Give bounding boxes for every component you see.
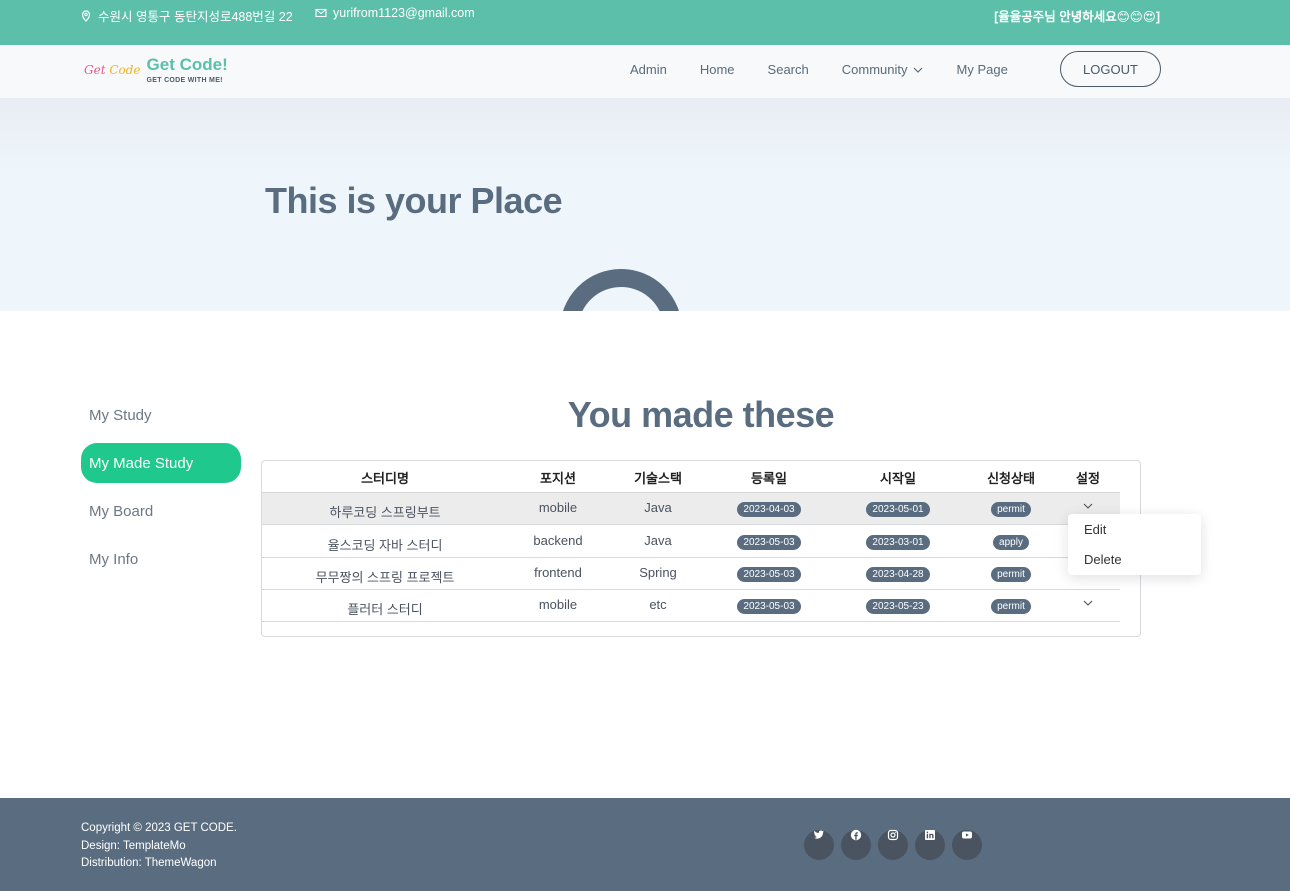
nav-item-admin[interactable]: Admin bbox=[630, 62, 667, 77]
study-name[interactable]: 플러터 스터디 bbox=[262, 590, 508, 622]
start-badge: 2023-05-23 bbox=[866, 598, 930, 614]
study-table-card: 스터디명 포지션 기술스택 등록일 시작일 신청상태 설정 하루코딩 스프링부트… bbox=[261, 460, 1141, 637]
chevron-down-icon bbox=[913, 67, 922, 73]
stack: etc bbox=[649, 596, 667, 612]
mail-icon bbox=[315, 8, 327, 18]
table-row[interactable]: 무무짱의 스프링 프로젝트 frontend Spring 2023-05-03… bbox=[262, 558, 1120, 590]
col-stack: 기술스택 bbox=[634, 470, 682, 486]
main-navbar: Get Code Get Code! GET CODE WITH ME! Adm… bbox=[0, 45, 1290, 98]
hero-banner: This is your Place bbox=[0, 98, 1290, 311]
status-badge: permit bbox=[991, 598, 1031, 614]
email: yurifrom1123@gmail.com bbox=[315, 6, 475, 20]
table-row[interactable]: 플러터 스터디 mobile etc 2023-05-03 2023-05-23… bbox=[262, 590, 1120, 622]
top-info-bar: 수원시 영통구 동탄지성로488번길 22 yurifrom1123@gmail… bbox=[0, 0, 1290, 45]
position: mobile bbox=[538, 596, 578, 612]
position: backend bbox=[533, 532, 583, 548]
study-name[interactable]: 하루코딩 스프링부트 bbox=[262, 493, 508, 525]
stack: Java bbox=[644, 532, 672, 548]
study-name[interactable]: 율스코딩 자바 스터디 bbox=[262, 526, 508, 558]
study-name[interactable]: 무무짱의 스프링 프로젝트 bbox=[262, 558, 508, 590]
status-badge: permit bbox=[991, 566, 1031, 582]
nav-item-my-page[interactable]: My Page bbox=[957, 62, 1008, 77]
sidebar-item-my-board[interactable]: My Board bbox=[81, 491, 241, 531]
col-status: 신청상태 bbox=[987, 470, 1035, 486]
chevron-down-icon[interactable] bbox=[1082, 500, 1094, 512]
logout-button[interactable]: LOGOUT bbox=[1060, 51, 1161, 87]
status-badge: apply bbox=[993, 534, 1029, 550]
logo-title: Get Code! bbox=[146, 55, 228, 74]
chevron-down-icon[interactable] bbox=[1082, 597, 1094, 609]
copyright-text: Copyright © 2023 GET CODE. bbox=[81, 822, 237, 834]
youtube-icon[interactable] bbox=[952, 830, 982, 860]
logo-mark: Get Code bbox=[84, 63, 141, 77]
start-badge: 2023-03-01 bbox=[866, 534, 930, 550]
location-pin-icon bbox=[81, 9, 91, 22]
row-settings-dropdown: Edit Delete bbox=[1068, 514, 1201, 575]
start-badge: 2023-05-01 bbox=[866, 501, 930, 517]
logo-subtitle: GET CODE WITH ME! bbox=[146, 77, 223, 84]
position: mobile bbox=[538, 499, 578, 515]
site-logo[interactable]: Get Code Get Code! GET CODE WITH ME! bbox=[84, 55, 228, 84]
hero-title: This is your Place bbox=[265, 180, 563, 221]
nav-item-home[interactable]: Home bbox=[700, 62, 735, 77]
start-badge: 2023-04-28 bbox=[866, 566, 930, 582]
delete-menu-item[interactable]: Delete bbox=[1068, 544, 1201, 574]
nav-menu: Admin Home Search Community My Page bbox=[630, 62, 1041, 77]
mypage-sidebar: My Study My Made Study My Board My Info bbox=[81, 395, 241, 587]
sidebar-item-my-info[interactable]: My Info bbox=[81, 539, 241, 579]
linkedin-icon[interactable] bbox=[915, 830, 945, 860]
table-header: 스터디명 포지션 기술스택 등록일 시작일 신청상태 설정 bbox=[262, 461, 1120, 493]
avatar-ring-decoration bbox=[560, 269, 682, 311]
design-credit[interactable]: Design: TemplateMo bbox=[81, 838, 237, 856]
table-row[interactable]: 율스코딩 자바 스터디 backend Java 2023-05-03 2023… bbox=[262, 526, 1120, 558]
social-links bbox=[804, 829, 982, 860]
site-footer: Copyright © 2023 GET CODE. Design: Templ… bbox=[0, 798, 1290, 891]
facebook-icon[interactable] bbox=[841, 829, 871, 860]
distribution-credit[interactable]: Distribution: ThemeWagon bbox=[81, 855, 237, 873]
address-text: 수원시 영통구 동탄지성로488번길 22 bbox=[98, 10, 293, 24]
address: 수원시 영통구 동탄지성로488번길 22 bbox=[80, 6, 293, 25]
status-badge: permit bbox=[991, 501, 1031, 517]
col-registered: 등록일 bbox=[751, 470, 787, 486]
col-start: 시작일 bbox=[880, 470, 916, 486]
instagram-icon[interactable] bbox=[878, 829, 908, 860]
edit-menu-item[interactable]: Edit bbox=[1068, 514, 1201, 544]
email-text: yurifrom1123@gmail.com bbox=[333, 6, 475, 20]
nav-item-search[interactable]: Search bbox=[768, 62, 809, 77]
section-title: You made these bbox=[567, 394, 835, 435]
twitter-icon[interactable] bbox=[804, 830, 834, 860]
col-settings: 설정 bbox=[1076, 470, 1100, 486]
col-study-name: 스터디명 bbox=[361, 470, 409, 486]
sidebar-item-my-made-study[interactable]: My Made Study bbox=[81, 443, 241, 483]
sidebar-item-my-study[interactable]: My Study bbox=[81, 395, 241, 435]
user-greeting: [율율공주님 안녕하세요😊😊😍] bbox=[994, 10, 1160, 24]
registered-badge: 2023-05-03 bbox=[737, 566, 801, 582]
col-position: 포지션 bbox=[540, 470, 576, 486]
registered-badge: 2023-05-03 bbox=[737, 534, 801, 550]
stack: Spring bbox=[639, 564, 677, 580]
registered-badge: 2023-04-03 bbox=[737, 501, 801, 517]
stack: Java bbox=[644, 499, 672, 515]
nav-item-community[interactable]: Community bbox=[842, 62, 924, 77]
position: frontend bbox=[534, 564, 582, 580]
table-row[interactable]: 하루코딩 스프링부트 mobile Java 2023-04-03 2023-0… bbox=[262, 493, 1120, 525]
registered-badge: 2023-05-03 bbox=[737, 598, 801, 614]
